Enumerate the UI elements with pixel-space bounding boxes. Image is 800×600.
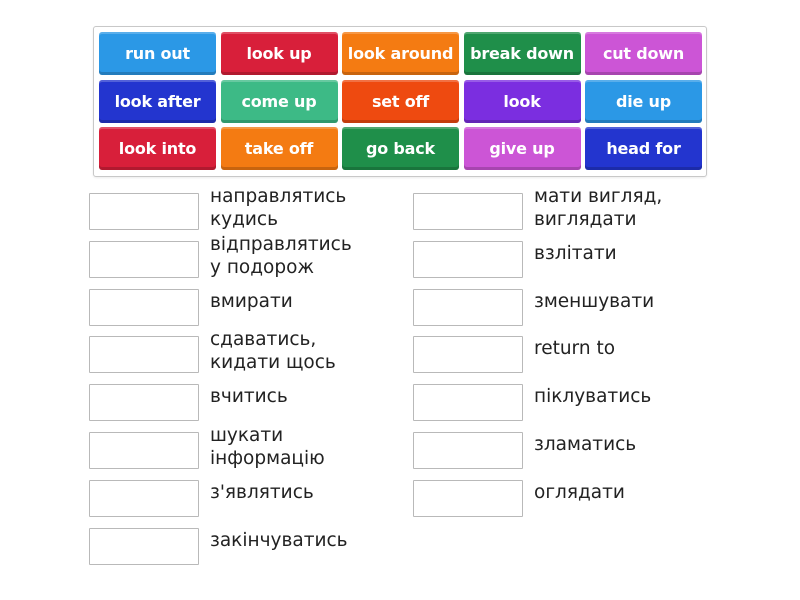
definition-label: мати вигляд, виглядати: [534, 186, 663, 230]
drop-slot[interactable]: [413, 240, 523, 278]
draggable-tile[interactable]: run out: [99, 32, 216, 75]
definition-label: return to: [534, 338, 616, 360]
draggable-tile[interactable]: look after: [99, 79, 216, 123]
draggable-tile[interactable]: give up: [463, 127, 581, 170]
draggable-tile[interactable]: look around: [342, 32, 459, 75]
draggable-tile[interactable]: break down: [463, 32, 581, 75]
drop-slot[interactable]: [413, 193, 523, 230]
tile-bank: run out look up look around break down cut d…: [93, 26, 707, 177]
definition-label: взлітати: [534, 242, 617, 264]
definition-label: відправлятись у подорож: [210, 233, 352, 278]
draggable-tile[interactable]: go back: [342, 127, 459, 170]
definition-label: вмирати: [210, 290, 293, 312]
definition-label: сдаватись, кидати щось: [210, 329, 336, 374]
definition-label: зменшувати: [534, 290, 655, 312]
drop-slot[interactable]: [89, 288, 199, 326]
definition-label: направлятись кудись: [210, 186, 347, 230]
draggable-tile[interactable]: come up: [220, 79, 338, 123]
definition-label: шукати інформацію: [210, 425, 325, 469]
drop-slot[interactable]: [413, 288, 523, 326]
definition-label: з'являтись: [210, 481, 314, 503]
drop-slot[interactable]: [89, 432, 199, 469]
drop-slot[interactable]: [413, 479, 523, 517]
drop-slot[interactable]: [89, 479, 199, 517]
draggable-tile[interactable]: look: [463, 79, 581, 123]
drop-slot[interactable]: [413, 432, 523, 469]
definition-label: закінчуватись: [210, 529, 348, 551]
draggable-tile[interactable]: cut down: [585, 32, 702, 75]
definition-label: вчитись: [210, 386, 288, 408]
draggable-tile[interactable]: set off: [342, 79, 459, 123]
drop-slot[interactable]: [89, 193, 199, 230]
draggable-tile[interactable]: look into: [99, 127, 216, 170]
drop-slot[interactable]: [413, 384, 523, 422]
drop-slot[interactable]: [89, 336, 199, 374]
definition-label: оглядати: [534, 481, 625, 503]
definition-label: піклуватись: [534, 386, 652, 408]
drop-slot[interactable]: [89, 384, 199, 422]
draggable-tile[interactable]: look up: [220, 32, 338, 75]
draggable-tile[interactable]: die up: [585, 79, 702, 123]
draggable-tile[interactable]: head for: [585, 127, 702, 170]
drop-slot[interactable]: [89, 240, 199, 278]
draggable-tile[interactable]: take off: [220, 127, 338, 170]
drop-slot[interactable]: [413, 336, 523, 374]
definition-label: зламатись: [534, 434, 637, 455]
drop-slot[interactable]: [89, 527, 199, 565]
